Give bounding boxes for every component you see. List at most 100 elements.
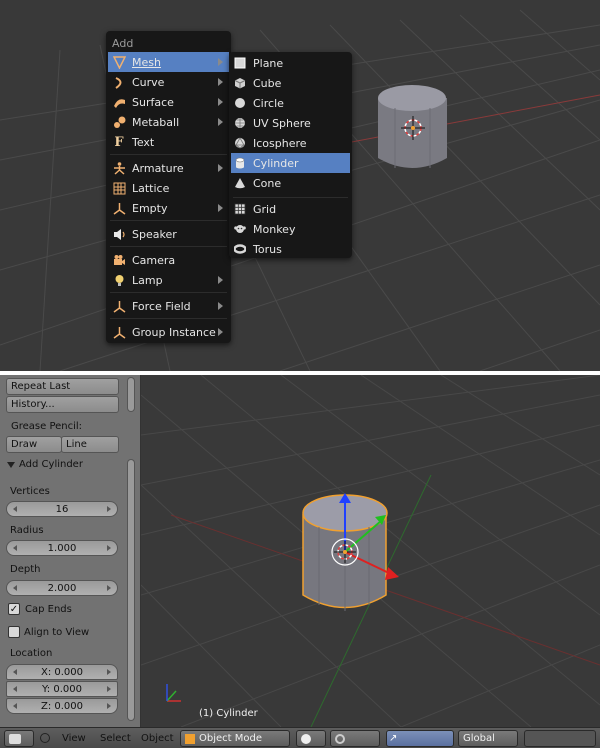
submenu-arrow-icon [218,276,223,284]
location-x-value: X: 0.000 [40,666,84,678]
menu-item-lamp[interactable]: Lamp [108,270,229,290]
uv-sphere-icon [233,116,247,130]
submenu-arrow-icon [218,164,223,172]
menu-item-icosphere[interactable]: Icosphere [231,133,350,153]
menu-item-circle[interactable]: Circle [231,93,350,113]
lamp-icon [112,273,126,287]
menu-item-curve[interactable]: Curve [108,72,229,92]
history-button[interactable]: History... [6,396,119,413]
cap-ends-checkbox[interactable]: ✓ [8,603,20,615]
menu-item-empty[interactable]: Empty [108,198,229,218]
radius-label: Radius [10,525,44,536]
menu-item-armature[interactable]: Armature [108,158,229,178]
menu-separator [110,246,227,247]
object-menu[interactable]: Object [141,731,174,746]
increment-arrow-icon[interactable] [107,669,111,675]
menu-item-speaker[interactable]: Speaker [108,224,229,244]
menu-item-camera[interactable]: Camera [108,250,229,270]
lattice-icon [112,181,126,195]
location-y-value: Y: 0.000 [42,683,82,695]
operator-panel-header[interactable]: Add Cylinder [7,459,83,470]
pivot-point-icon [335,733,345,744]
transform-orientation-selector[interactable]: Global [458,730,518,747]
manipulator-toggles[interactable]: ↗ [386,730,454,747]
decrement-arrow-icon[interactable] [13,585,17,591]
mode-selector-label: Object Mode [199,733,262,744]
location-y-field[interactable]: Y: 0.000 [6,681,118,697]
menu-separator [110,220,227,221]
increment-arrow-icon[interactable] [107,585,111,591]
increment-arrow-icon[interactable] [107,506,111,512]
depth-field[interactable]: 2.000 [6,580,118,596]
menu-item-torus[interactable]: Torus [231,239,350,259]
menu-item-uv-sphere[interactable]: UV Sphere [231,113,350,133]
curve-icon [112,75,126,89]
draw-button[interactable]: Draw [6,436,62,453]
tool-shelf-scrollbar[interactable] [127,459,135,721]
check-icon: ✓ [9,603,19,615]
menu-separator [110,318,227,319]
menu-item-text[interactable]: F Text [108,132,229,152]
manipulator-arrow-icon[interactable]: ↗ [389,733,401,744]
menu-item-label: Grid [253,202,277,216]
tool-shelf-scrollbar-top[interactable] [127,377,135,412]
line-button[interactable]: Line [61,436,119,453]
view-menu[interactable]: View [62,731,86,746]
location-x-field[interactable]: X: 0.000 [6,664,118,680]
increment-arrow-icon[interactable] [107,545,111,551]
repeat-last-button[interactable]: Repeat Last [6,378,119,395]
increment-arrow-icon[interactable] [107,703,111,709]
camera-icon [112,253,126,267]
expand-triangle-icon [7,461,15,468]
location-z-field[interactable]: Z: 0.000 [6,698,118,714]
menu-item-lattice[interactable]: Lattice [108,178,229,198]
menu-item-group-instance[interactable]: Group Instance [108,322,229,342]
plane-icon [233,56,247,70]
menu-item-cone[interactable]: Cone [231,173,350,193]
menu-item-monkey[interactable]: Monkey [231,219,350,239]
radius-field[interactable]: 1.000 [6,540,118,556]
menu-item-label: Camera [132,253,176,267]
plus-icon[interactable] [40,733,50,743]
align-to-view-checkbox[interactable] [8,626,20,638]
submenu-arrow-icon [218,118,223,126]
pivot-selector[interactable] [330,730,380,747]
decrement-arrow-icon[interactable] [13,545,17,551]
increment-arrow-icon[interactable] [107,686,111,692]
menu-item-label: Force Field [132,299,191,313]
decrement-arrow-icon[interactable] [13,669,17,675]
decrement-arrow-icon[interactable] [13,506,17,512]
decrement-arrow-icon[interactable] [13,686,17,692]
speaker-icon [112,227,126,241]
menu-item-grid[interactable]: Grid [231,199,350,219]
cylinder-icon [233,156,247,170]
select-menu[interactable]: Select [100,731,131,746]
layer-buttons[interactable] [524,730,596,747]
add-menu-title: Add [112,37,134,50]
object-mode-icon [185,733,195,744]
menu-item-label: Lamp [132,273,163,287]
menu-item-label: Cube [253,76,282,90]
mode-selector[interactable]: Object Mode [180,730,290,747]
menu-item-force-field[interactable]: Force Field [108,296,229,316]
viewport-shading-selector[interactable] [296,730,326,747]
submenu-arrow-icon [218,328,223,336]
text-icon: F [114,134,124,150]
top-viewport: Add Mesh Curve Surface Metaball F Text A… [0,0,600,371]
menu-item-surface[interactable]: Surface [108,92,229,112]
menu-item-cylinder[interactable]: Cylinder [231,153,350,173]
menu-item-plane[interactable]: Plane [231,53,350,73]
submenu-arrow-icon [218,78,223,86]
vertices-field[interactable]: 16 [6,501,118,517]
menu-item-cube[interactable]: Cube [231,73,350,93]
menu-item-label: Circle [253,96,284,110]
3d-viewport[interactable]: (1) Cylinder [140,375,600,728]
menu-separator [110,154,227,155]
menu-item-mesh[interactable]: Mesh [108,52,229,72]
editor-type-selector[interactable] [4,730,34,747]
axis-orientation-icon [166,684,181,702]
submenu-arrow-icon [218,58,223,66]
decrement-arrow-icon[interactable] [13,703,17,709]
menu-item-metaball[interactable]: Metaball [108,112,229,132]
align-to-view-label: Align to View [24,627,90,638]
